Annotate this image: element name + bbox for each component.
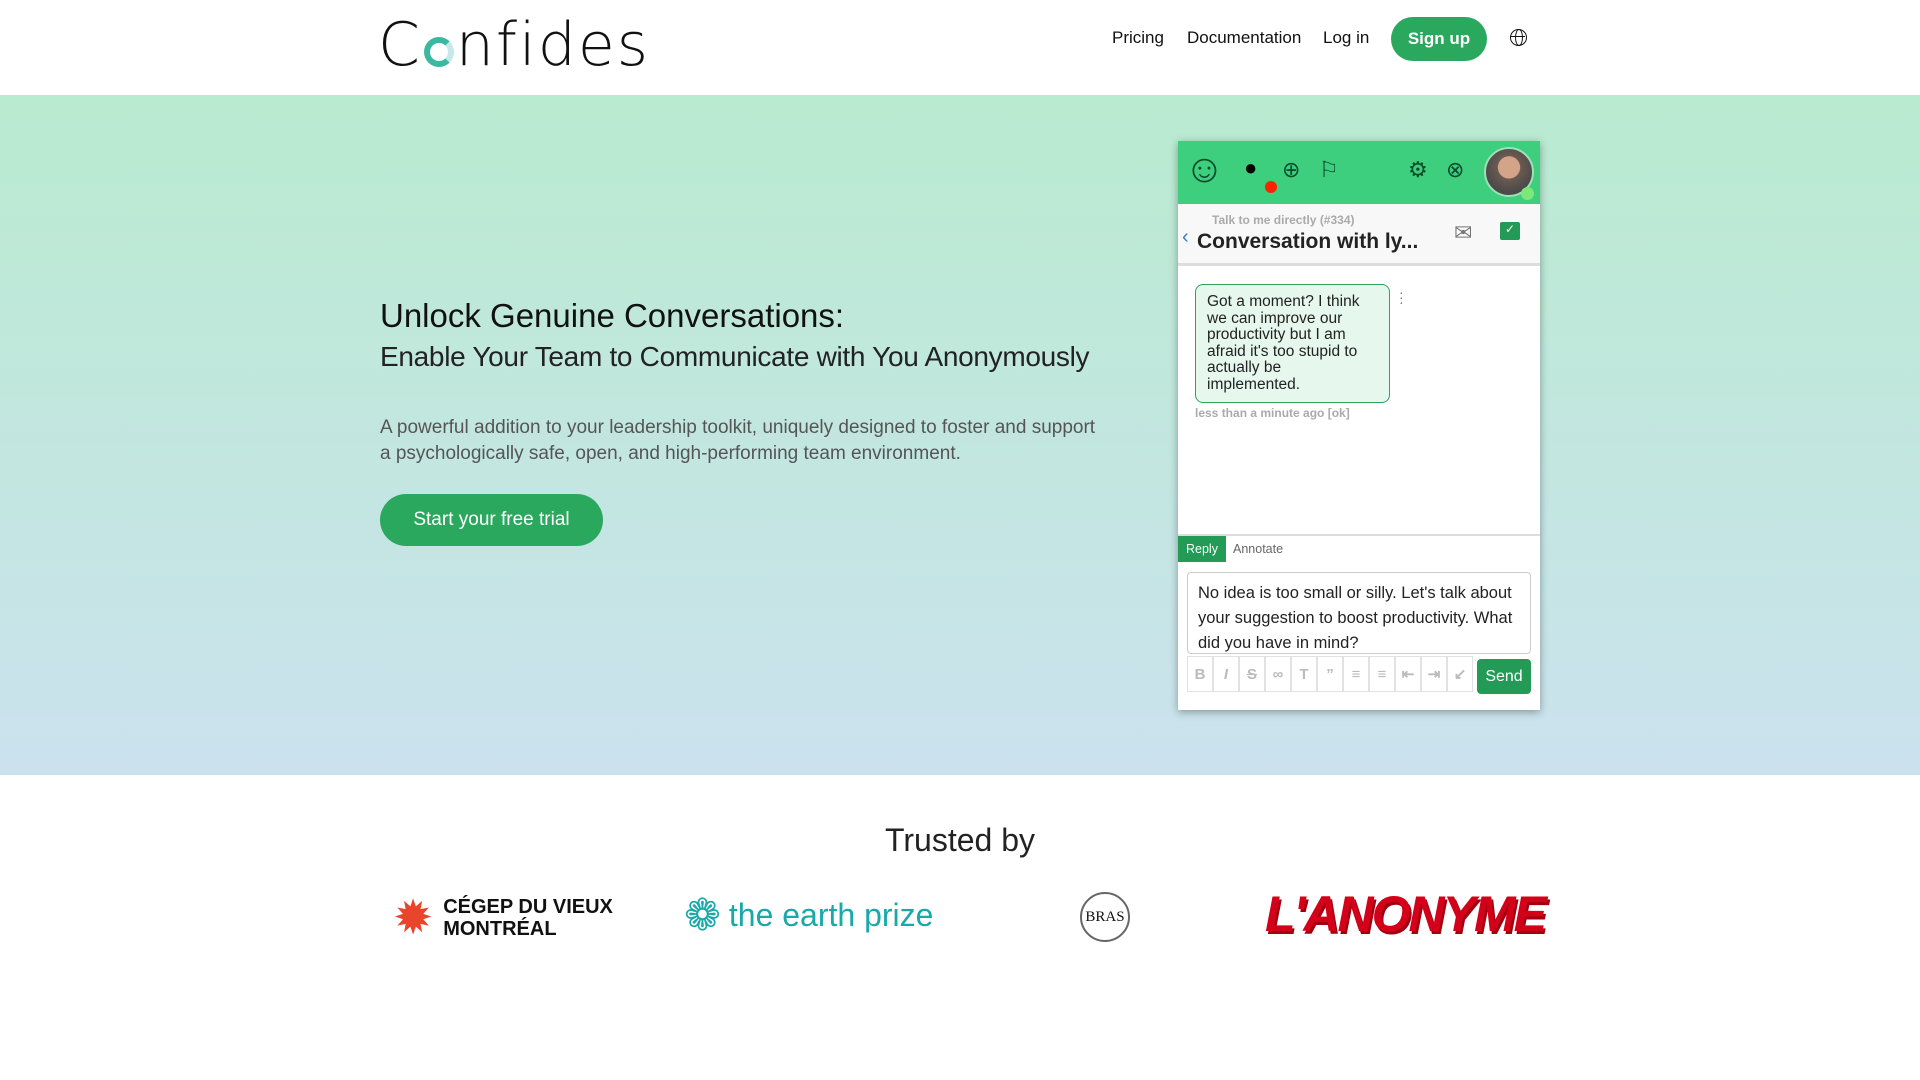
resolved-check-icon[interactable]: ✓ <box>1500 222 1520 240</box>
globe-icon[interactable] <box>1510 29 1527 46</box>
help-icon[interactable]: ⊗ <box>1446 157 1464 183</box>
tab-reply[interactable]: Reply <box>1178 536 1226 562</box>
reply-tabs: Reply Annotate <box>1178 534 1540 562</box>
heading-icon[interactable]: T <box>1291 656 1317 692</box>
hero-title: Unlock Genuine Conversations: <box>380 297 845 334</box>
trusted-by-heading: Trusted by <box>885 822 1035 858</box>
quote-icon[interactable]: ” <box>1317 656 1343 692</box>
strikethrough-icon[interactable]: S <box>1239 656 1265 692</box>
top-nav: Cnfides Pricing Documentation Log in Sig… <box>0 0 1920 95</box>
channel-label: Talk to me directly (#334) <box>1212 213 1355 227</box>
nav-documentation[interactable]: Documentation <box>1187 28 1301 48</box>
hero-subtitle: Enable Your Team to Communicate with You… <box>380 341 1090 372</box>
tab-annotate[interactable]: Annotate <box>1225 536 1291 562</box>
notification-dot <box>1265 181 1277 193</box>
message-bubble: Got a moment? I think we can improve our… <box>1195 284 1390 403</box>
back-chevron-icon[interactable]: ‹ <box>1182 226 1189 249</box>
flag-icon[interactable]: ⚐ <box>1319 157 1339 183</box>
signup-button[interactable]: Sign up <box>1391 17 1487 61</box>
free-trial-button[interactable]: Start your free trial <box>380 494 603 546</box>
settings-icon[interactable]: ⚙ <box>1408 157 1428 183</box>
bold-icon[interactable]: B <box>1187 656 1213 692</box>
nav-login[interactable]: Log in <box>1323 28 1369 48</box>
online-status-dot <box>1521 187 1534 200</box>
envelope-open-icon[interactable]: ✉ <box>1454 220 1472 246</box>
italic-icon[interactable]: I <box>1213 656 1239 692</box>
undo-icon[interactable]: ↙ <box>1447 656 1473 692</box>
logo[interactable]: Cnfides <box>378 10 650 80</box>
link-icon[interactable]: ∞ <box>1265 656 1291 692</box>
conversation-title: Conversation with ly... <box>1197 230 1419 253</box>
outdent-icon[interactable]: ⇤ <box>1395 656 1421 692</box>
nav-pricing[interactable]: Pricing <box>1112 28 1164 48</box>
message-list: Got a moment? I think we can improve our… <box>1178 266 1540 534</box>
numbered-list-icon[interactable]: ≡ <box>1369 656 1395 692</box>
conversations-icon[interactable]: ● <box>1244 155 1257 181</box>
widget-toolbar: ☺ ● ⊕ ⚐ ⚙ ⊗ <box>1178 141 1540 204</box>
message-timestamp: less than a minute ago [ok] <box>1195 406 1350 420</box>
logo-swirl-icon <box>423 37 454 67</box>
formatting-toolbar: B I S ∞ T” ≡ ≡ ⇤ ⇥ ↙ <box>1187 656 1473 692</box>
send-button[interactable]: Send <box>1477 659 1531 694</box>
chat-widget-preview: ☺ ● ⊕ ⚐ ⚙ ⊗ ‹ Talk to me directly (#334)… <box>1178 141 1540 710</box>
bullet-list-icon[interactable]: ≡ <box>1343 656 1369 692</box>
quote-globe-icon: ❁ <box>684 891 721 940</box>
reply-textarea[interactable]: No idea is too small or silly. Let's tal… <box>1187 572 1531 654</box>
indent-icon[interactable]: ⇥ <box>1421 656 1447 692</box>
new-message-icon[interactable]: ⊕ <box>1282 157 1300 183</box>
conversation-header: ‹ Talk to me directly (#334) Conversatio… <box>1178 204 1540 266</box>
logo-earth-prize: ❁ the earth prize <box>684 891 934 940</box>
incognito-hands-icon: ☺ <box>1184 147 1225 191</box>
more-options-icon[interactable]: · · · <box>1399 285 1404 309</box>
logo-lanonyme: L'ANONYME <box>1265 886 1547 942</box>
star-icon: ✹ <box>393 892 434 945</box>
logo-bras: BRAS <box>1080 892 1130 942</box>
logo-cegep: ✹ CÉGEP DU VIEUX MONTRÉAL <box>393 892 613 945</box>
hero-description: A powerful addition to your leadership t… <box>380 417 1096 464</box>
